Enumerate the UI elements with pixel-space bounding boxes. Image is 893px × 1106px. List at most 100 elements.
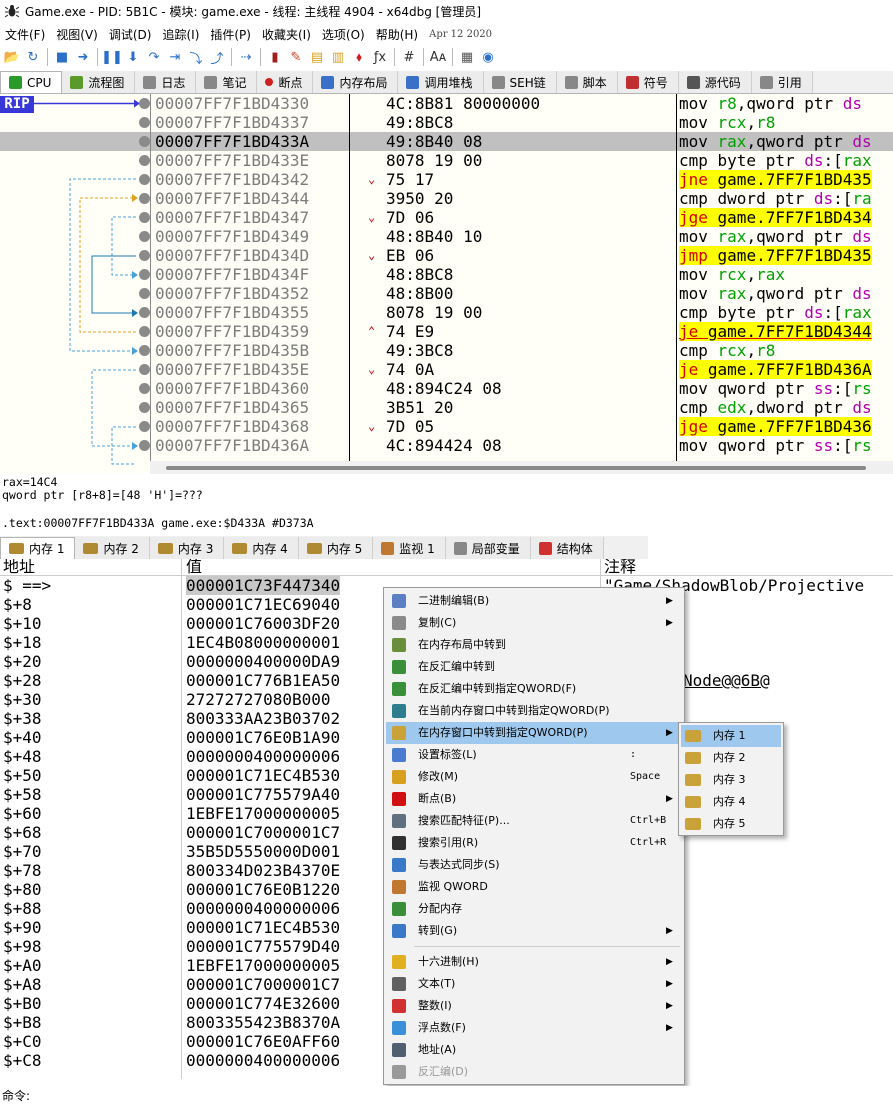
disassembly-view[interactable]: 00007FF7F1BD4330 4C:8B81 80000000 mov r8,q… (0, 94, 893, 474)
breakpoint-dot[interactable] (139, 288, 150, 299)
scrollbar-thumb[interactable] (166, 466, 866, 470)
step-into-icon[interactable]: ⬇ (123, 47, 143, 67)
command-bar[interactable]: 命令: (0, 1086, 893, 1106)
disasm-row[interactable]: 00007FF7F1BD436A 4C:894424 08 mov qword pt… (0, 436, 893, 455)
run-to-user-code-icon[interactable]: ⇢ (236, 47, 256, 67)
disasm-row[interactable]: 00007FF7F1BD4368 ⌄ 7D 05 jge game.7FF7F1BD4… (0, 417, 893, 436)
header-value[interactable]: 值 (186, 559, 202, 575)
dump-tab[interactable]: 局部变量 (445, 537, 531, 559)
execute-till-return-icon[interactable]: ⤴ (207, 47, 227, 67)
menu-item[interactable]: 修改(M) Space (386, 766, 682, 788)
menu-item[interactable]: 与表达式同步(S) (386, 854, 682, 876)
disasm-row[interactable]: 00007FF7F1BD434D ⌄ EB 06 jmp game.7FF7F1BD4… (0, 246, 893, 265)
tab-seh[interactable]: SEH链 (483, 71, 557, 93)
tab-call-stack[interactable]: 调用堆栈 (398, 71, 484, 93)
tab-symbols[interactable]: 符号 (617, 71, 679, 93)
menu-item[interactable]: 断点(B) ▶ (386, 788, 682, 810)
step-over-icon[interactable]: ↷ (144, 47, 164, 67)
breakpoint-dot[interactable] (139, 231, 150, 242)
breakpoint-dot[interactable] (139, 440, 150, 451)
trace-over-icon[interactable]: ⤵ (186, 47, 206, 67)
menu-item[interactable]: 在当前内存窗口中转到指定QWORD(P) (386, 700, 682, 722)
dump-tab[interactable]: 内存 2 (75, 537, 150, 559)
bookmark-icon[interactable]: ⬧ (349, 47, 369, 67)
menu-item[interactable]: 复制(C) ▶ (386, 612, 682, 634)
horizontal-scrollbar[interactable] (150, 461, 893, 474)
disasm-row[interactable]: 00007FF7F1BD4347 ⌄ 7D 06 jge game.7FF7F1BD4… (0, 208, 893, 227)
breakpoint-dot[interactable] (139, 364, 150, 375)
breakpoint-dot[interactable] (139, 345, 150, 356)
menu-item[interactable]: 在反汇编中转到 (386, 656, 682, 678)
menu-item[interactable]: 在内存布局中转到 (386, 634, 682, 656)
tab-breakpoints[interactable]: 断点 (257, 71, 314, 93)
globe-icon[interactable]: ◉ (478, 47, 498, 67)
tab-notes[interactable]: 笔记 (196, 71, 258, 93)
dump-tab[interactable]: 内存 3 (149, 537, 225, 559)
open-icon[interactable]: 📂 (2, 47, 22, 67)
disasm-row[interactable]: 00007FF7F1BD4330 4C:8B81 80000000 mov r8,q… (0, 94, 893, 113)
calculator-icon[interactable]: ▦ (457, 47, 477, 67)
breakpoint-dot[interactable] (139, 155, 150, 166)
label-icon[interactable]: ▥ (328, 47, 348, 67)
breakpoint-dot[interactable] (139, 383, 150, 394)
dump-tab[interactable]: 结构体 (530, 537, 604, 559)
dump-tab[interactable]: 监视 1 (373, 537, 446, 559)
menu-item[interactable]: 文本(T) ▶ (386, 973, 682, 995)
tab-graph[interactable]: 流程图 (62, 71, 136, 93)
restart-icon[interactable]: ↻ (23, 47, 43, 67)
tab-references[interactable]: 引用 (751, 71, 813, 93)
menu-item[interactable]: 收藏夹(I) (257, 26, 317, 43)
breakpoint-dot[interactable] (139, 269, 150, 280)
menu-item[interactable]: 选项(O) (317, 26, 371, 43)
menu-item[interactable]: 浮点数(F) ▶ (386, 1017, 682, 1039)
breakpoint-dot[interactable] (139, 326, 150, 337)
breakpoint-dot[interactable] (139, 174, 150, 185)
tab-cpu[interactable]: CPU (0, 71, 63, 93)
function-icon[interactable]: ƒx (370, 47, 390, 67)
font-icon[interactable]: Aᴀ (428, 47, 448, 67)
submenu-item[interactable]: 内存 5 (681, 813, 781, 835)
run-icon[interactable]: ➜ (73, 47, 93, 67)
disasm-row[interactable]: 00007FF7F1BD4349 48:8B40 10 mov rax,qword … (0, 227, 893, 246)
disasm-row[interactable]: 00007FF7F1BD433A 49:8B40 08 mov rax,qword … (0, 132, 893, 151)
disasm-row[interactable]: 00007FF7F1BD433E 8078 19 00 cmp byte ptr d… (0, 151, 893, 170)
menu-item[interactable]: 视图(V) (51, 26, 104, 43)
comment-icon[interactable]: ▤ (307, 47, 327, 67)
menu-item[interactable]: 文件(F) (0, 26, 51, 43)
breakpoint-dot[interactable] (139, 307, 150, 318)
tab-log[interactable]: 日志 (135, 71, 197, 93)
disasm-row[interactable]: 00007FF7F1BD435B 49:3BC8 cmp rcx,r8 (0, 341, 893, 360)
breakpoint-dot[interactable] (139, 250, 150, 261)
submenu-item[interactable]: 内存 3 (681, 769, 781, 791)
disasm-row[interactable]: 00007FF7F1BD4337 49:8BC8 mov rcx,r8 (0, 113, 893, 132)
dump-tab[interactable]: 内存 1 (0, 537, 76, 559)
breakpoint-dot[interactable] (139, 402, 150, 413)
menu-item[interactable]: 追踪(I) (157, 26, 205, 43)
menu-item[interactable]: 在内存窗口中转到指定QWORD(P) ▶ (386, 722, 682, 744)
breakpoint-dot[interactable] (139, 98, 150, 109)
dump-tab[interactable]: 内存 5 (298, 537, 374, 559)
breakpoint-dot[interactable] (139, 193, 150, 204)
pause-icon[interactable]: ❚❚ (101, 47, 123, 67)
menu-item[interactable]: 在反汇编中转到指定QWORD(F) (386, 678, 682, 700)
menu-item[interactable]: 插件(P) (205, 26, 257, 43)
menu-item[interactable]: 设置标签(L): (386, 744, 682, 766)
disasm-row[interactable]: 00007FF7F1BD4342 ⌄ 75 17 jne game.7FF7F1BD4… (0, 170, 893, 189)
stop-icon[interactable]: ■ (52, 47, 72, 67)
disasm-row[interactable]: 00007FF7F1BD435E ⌄ 74 0A je game.7FF7F1BD43… (0, 360, 893, 379)
menu-item[interactable]: 地址(A) (386, 1039, 682, 1061)
hash-icon[interactable]: # (399, 47, 419, 67)
menu-item[interactable]: 二进制编辑(B) ▶ (386, 590, 682, 612)
script-icon[interactable]: ▮ (265, 47, 285, 67)
menu-item[interactable]: 整数(I) ▶ (386, 995, 682, 1017)
menu-item[interactable]: 搜索匹配特征(P)... Ctrl+B (386, 810, 682, 832)
breakpoint-dot[interactable] (139, 421, 150, 432)
header-address[interactable]: 地址 (3, 559, 35, 575)
disasm-row[interactable]: 00007FF7F1BD4365 3B51 20 cmp edx,dword ptr… (0, 398, 893, 417)
submenu-item[interactable]: 内存 1 (681, 725, 781, 747)
disasm-row[interactable]: 00007FF7F1BD434F 48:8BC8 mov rcx,rax (0, 265, 893, 284)
tab-memory-map[interactable]: 内存布局 (313, 71, 399, 93)
menu-item[interactable]: 调试(D) (104, 26, 158, 43)
disasm-row[interactable]: 00007FF7F1BD4355 8078 19 00 cmp byte ptr d… (0, 303, 893, 322)
disasm-row[interactable]: 00007FF7F1BD4360 48:894C24 08 mov qword pt… (0, 379, 893, 398)
